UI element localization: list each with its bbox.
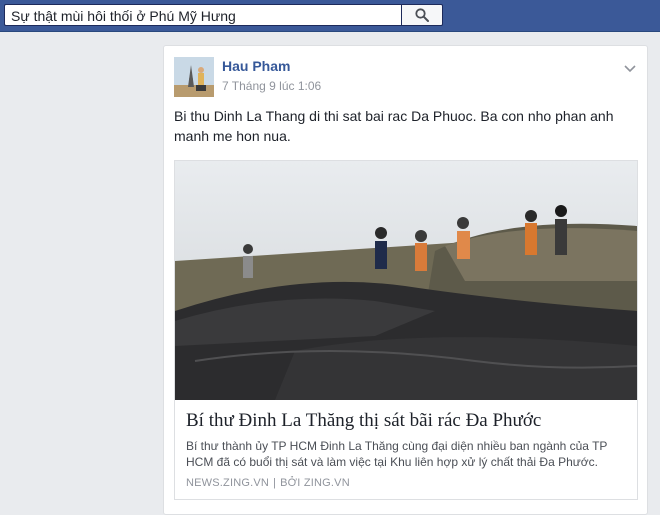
link-domain: NEWS.ZING.VN xyxy=(186,477,270,489)
post-menu-button[interactable] xyxy=(623,60,637,73)
chevron-down-icon xyxy=(624,65,636,73)
link-preview[interactable]: Bí thư Đinh La Thăng thị sát bãi rác Đa … xyxy=(174,160,638,500)
link-preview-image[interactable] xyxy=(175,161,637,400)
avatar[interactable] xyxy=(174,57,214,97)
post-author[interactable]: Hau Pham xyxy=(222,58,290,74)
link-title[interactable]: Bí thư Đinh La Thăng thị sát bãi rác Đa … xyxy=(186,410,626,432)
link-description: Bí thư thành ủy TP HCM Đinh La Thăng cùn… xyxy=(186,439,608,469)
search-input[interactable] xyxy=(4,4,401,26)
avatar-image xyxy=(174,57,214,97)
link-byline: BỞI ZING.VN xyxy=(280,477,350,489)
search-button[interactable] xyxy=(401,4,443,26)
link-source-separator: | xyxy=(273,477,277,489)
top-navigation-bar xyxy=(0,0,660,32)
landfill-photo xyxy=(175,161,637,400)
post-text: Bi thu Dinh La Thang di thi sat bai rac … xyxy=(174,108,614,144)
link-source: NEWS.ZING.VN | BỞI ZING.VN xyxy=(186,477,350,489)
post-card: Hau Pham 7 Tháng 9 lúc 1:06 Bi thu Dinh … xyxy=(163,45,648,515)
post-timestamp[interactable]: 7 Tháng 9 lúc 1:06 xyxy=(222,79,321,93)
search-icon xyxy=(415,8,429,22)
